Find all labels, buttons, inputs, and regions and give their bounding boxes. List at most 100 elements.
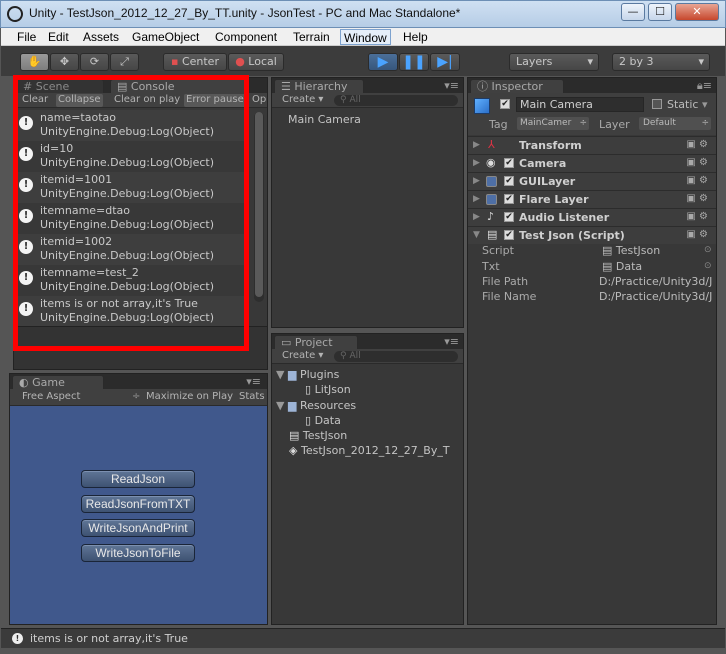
component-settings-icon[interactable]: ▣ ⚙ [686, 229, 708, 240]
step-button[interactable]: ▶| [430, 53, 460, 71]
tab-hierarchy[interactable]: ☰ Hierarchy [274, 79, 364, 93]
hierarchy-search-input[interactable]: ⚲ All [334, 95, 458, 106]
field-file-name-value[interactable]: D:/Practice/Unity3d/J [599, 290, 716, 303]
tab-scene[interactable]: # Scene [16, 79, 104, 93]
menu-component[interactable]: Component [212, 29, 280, 45]
component-settings-icon[interactable]: ▣ ⚙ [686, 193, 708, 204]
pivot-center-button[interactable]: ▪ Center [163, 53, 227, 71]
menu-gameobject[interactable]: GameObject [129, 29, 202, 45]
menu-file[interactable]: File [14, 29, 39, 45]
tab-project[interactable]: ▭ Project [274, 335, 358, 349]
minimize-button[interactable]: — [621, 3, 645, 21]
log-entry[interactable]: ! id=10 UnityEngine.Debug:Log(Object) [14, 141, 246, 172]
project-item-plugins[interactable]: ▼ ▆ Plugins [276, 368, 339, 382]
component-enabled-checkbox[interactable]: ✔ [504, 212, 514, 222]
window-title: Unity - TestJson_2012_12_27_By_TT.unity … [29, 6, 461, 20]
layout-dropdown[interactable]: 2 by 3 ▾ [612, 53, 710, 71]
component-settings-icon[interactable]: ▣ ⚙ [686, 139, 708, 150]
log-message: itemname=dtao [40, 204, 131, 217]
status-message[interactable]: items is or not array,it's True [30, 632, 188, 645]
play-button[interactable]: ▶ [368, 53, 398, 71]
menu-terrain[interactable]: Terrain [290, 29, 333, 45]
lock-icon[interactable]: 🔒︎≡ [697, 79, 712, 93]
log-entry[interactable]: ! itemid=1002 UnityEngine.Debug:Log(Object… [14, 234, 246, 265]
static-checkbox[interactable] [652, 99, 662, 109]
stats-button[interactable]: Stats [237, 391, 267, 404]
menu-window[interactable]: Window [340, 29, 391, 45]
project-item-scene[interactable]: ◈ TestJson_2012_12_27_By_T [289, 444, 450, 458]
hierarchy-tabstrip: ☰ Hierarchy ▾≡ [272, 78, 463, 93]
field-txt-value[interactable]: ▤ Data [602, 260, 642, 273]
project-item-resources[interactable]: ▼ ▆ Resources [276, 399, 356, 413]
read-json-button[interactable]: ReadJson [81, 470, 195, 488]
hierarchy-item-main-camera[interactable]: Main Camera [288, 113, 361, 127]
menu-edit[interactable]: Edit [45, 29, 72, 45]
close-button[interactable]: ✕ [675, 3, 719, 21]
pause-button[interactable]: ❚❚ [399, 53, 429, 71]
log-entry[interactable]: ! name=taotao UnityEngine.Debug:Log(Object… [14, 110, 246, 141]
open-editor-log-button[interactable]: Op [250, 94, 268, 107]
tab-inspector[interactable]: ⓘ Inspector [470, 79, 564, 93]
layer-dropdown[interactable]: Default ÷ [639, 117, 711, 130]
component-settings-icon[interactable]: ▣ ⚙ [686, 175, 708, 186]
move-tool-button[interactable]: ✥ [50, 53, 79, 71]
object-picker-icon[interactable]: ⊙ [704, 245, 712, 255]
component-test-json[interactable]: ▼ ▤ ✔ Test Json (Script) ▣ ⚙ [468, 226, 716, 244]
menu-help[interactable]: Help [400, 29, 431, 45]
component-enabled-checkbox[interactable]: ✔ [504, 176, 514, 186]
info-icon: ! [12, 633, 23, 644]
log-entry[interactable]: ! itemname=dtao UnityEngine.Debug:Log(Obje… [14, 203, 246, 234]
component-flare-layer[interactable]: ▶ ✔ Flare Layer ▣ ⚙ [468, 190, 716, 208]
info-icon: ! [19, 240, 33, 254]
active-checkbox[interactable]: ✔ [500, 99, 510, 109]
maximize-on-play-button[interactable]: Maximize on Play [144, 391, 235, 404]
hierarchy-create-button[interactable]: Create ▾ [280, 94, 325, 107]
tab-game[interactable]: ◐ Game [12, 375, 104, 389]
field-file-path-value[interactable]: D:/Practice/Unity3d/J [599, 275, 716, 288]
clear-on-play-button[interactable]: Clear on play [112, 94, 182, 107]
component-enabled-checkbox[interactable]: ✔ [504, 158, 514, 168]
maximize-button[interactable]: ☐ [648, 3, 672, 21]
log-entry[interactable]: ! items is or not array,it's True UnityEng… [14, 296, 246, 327]
component-guilayer[interactable]: ▶ ✔ GUILayer ▣ ⚙ [468, 172, 716, 190]
object-name-field[interactable]: Main Camera [516, 97, 644, 112]
component-enabled-checkbox[interactable]: ✔ [504, 230, 514, 240]
component-enabled-checkbox[interactable]: ✔ [504, 194, 514, 204]
scrollbar-thumb[interactable] [255, 112, 263, 297]
error-pause-button[interactable]: Error pause [184, 94, 246, 107]
panel-menu-icon[interactable]: ▾≡ [246, 375, 261, 388]
hand-tool-button[interactable]: ✋ [20, 53, 49, 71]
component-settings-icon[interactable]: ▣ ⚙ [686, 211, 708, 222]
pivot-local-button[interactable]: ● Local [228, 53, 284, 71]
panel-menu-icon[interactable]: ▾≡ [444, 335, 459, 348]
tag-dropdown[interactable]: MainCamer ÷ [517, 117, 589, 130]
component-settings-icon[interactable]: ▣ ⚙ [686, 157, 708, 168]
field-script-value[interactable]: ▤ TestJson [602, 244, 660, 257]
log-entry[interactable]: ! itemname=test_2 UnityEngine.Debug:Log(Ob… [14, 265, 246, 296]
object-picker-icon[interactable]: ⊙ [704, 261, 712, 271]
project-create-button[interactable]: Create ▾ [280, 350, 325, 363]
layers-dropdown[interactable]: Layers ▾ [509, 53, 599, 71]
rotate-tool-button[interactable]: ⟳ [80, 53, 109, 71]
tab-console[interactable]: ▤ Console [110, 79, 250, 93]
component-audio-listener[interactable]: ▶ ♪ ✔ Audio Listener ▣ ⚙ [468, 208, 716, 226]
chevron-down-icon[interactable]: ▾ [702, 98, 708, 111]
read-json-from-txt-button[interactable]: ReadJsonFromTXT [81, 495, 195, 513]
collapse-button[interactable]: Collapse [56, 94, 103, 107]
fold-arrow-icon: ▶ [473, 212, 480, 222]
project-item-testjson[interactable]: ▤ TestJson [289, 429, 347, 443]
component-transform[interactable]: ▶ ⅄ Transform ▣ ⚙ [468, 136, 716, 154]
write-json-to-file-button[interactable]: WriteJsonToFile [81, 544, 195, 562]
scale-tool-button[interactable]: ⤢ [110, 53, 139, 71]
console-scrollbar[interactable] [254, 112, 264, 302]
project-item-litjson[interactable]: ▯ LitJson [305, 383, 351, 397]
panel-menu-icon[interactable]: ▾≡ [444, 79, 459, 92]
menu-assets[interactable]: Assets [80, 29, 122, 45]
clear-button[interactable]: Clear [20, 94, 50, 107]
aspect-dropdown[interactable]: Free Aspect [20, 391, 82, 404]
project-search-input[interactable]: ⚲ All [334, 351, 458, 362]
log-entry[interactable]: ! itemid=1001 UnityEngine.Debug:Log(Object… [14, 172, 246, 203]
write-json-and-print-button[interactable]: WriteJsonAndPrint [81, 519, 195, 537]
project-item-data[interactable]: ▯ Data [305, 414, 341, 428]
component-camera[interactable]: ▶ ◉ ✔ Camera ▣ ⚙ [468, 154, 716, 172]
